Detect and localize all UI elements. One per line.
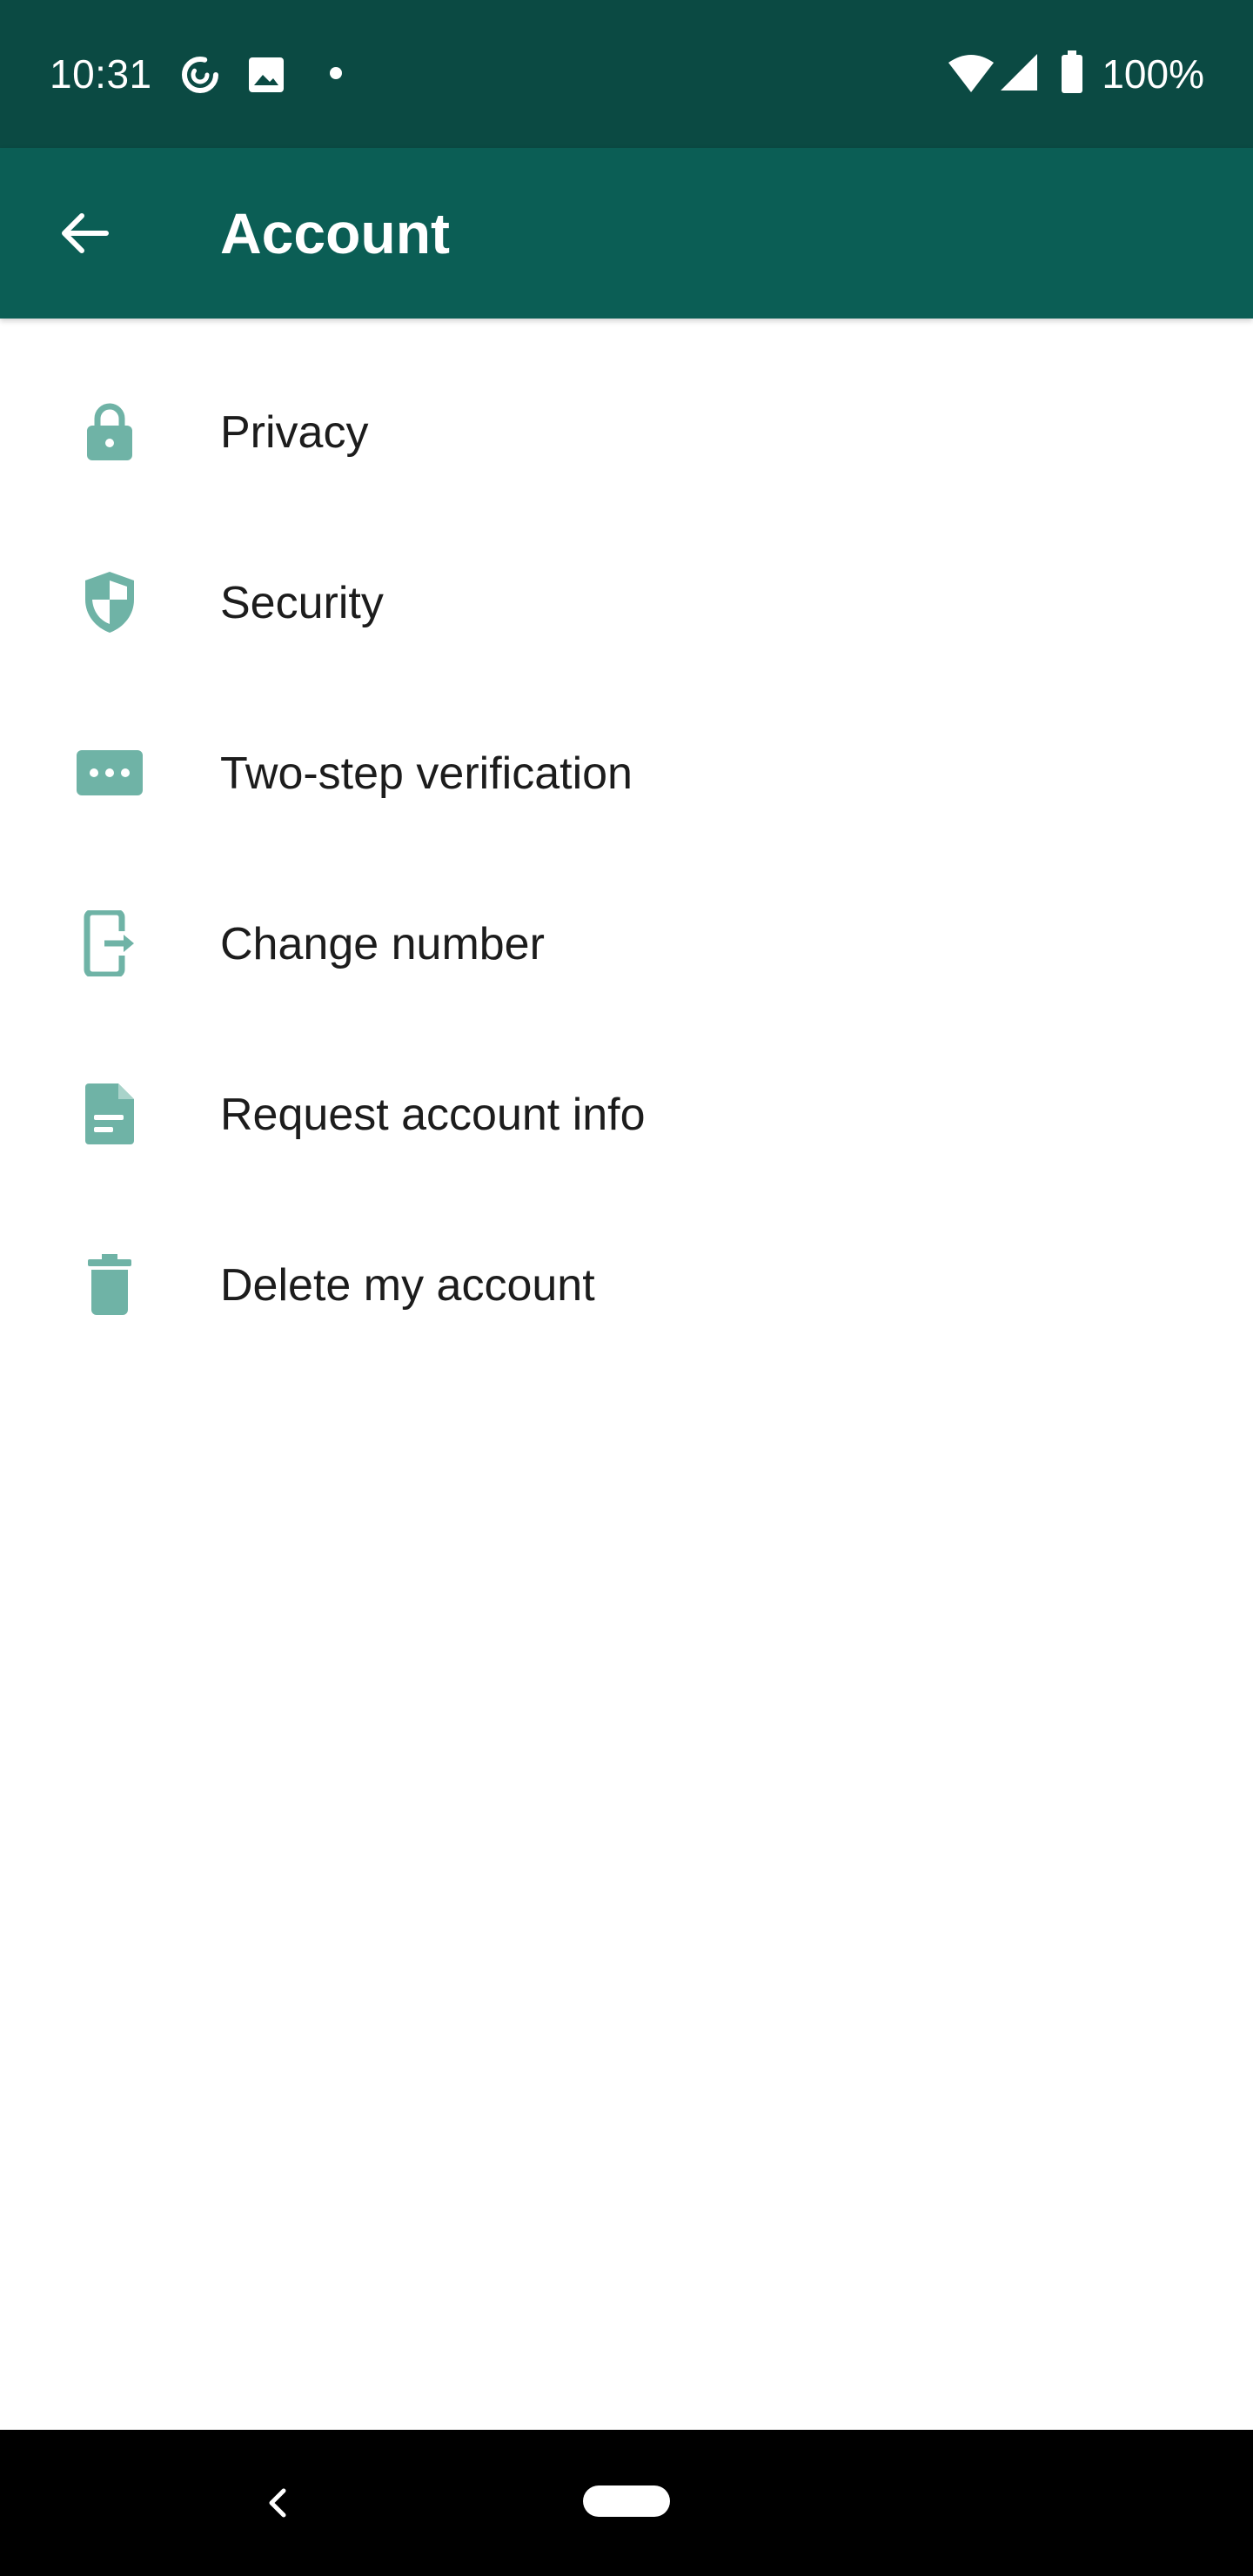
- menu-item-request-account-info[interactable]: Request account info: [0, 1029, 1253, 1199]
- menu-item-two-step-verification[interactable]: Two-step verification: [0, 688, 1253, 858]
- back-button[interactable]: [33, 181, 137, 285]
- menu-item-change-number[interactable]: Change number: [0, 858, 1253, 1029]
- shield-icon: [75, 567, 144, 637]
- password-dots-icon: [75, 738, 144, 808]
- battery-percentage: 100%: [1102, 51, 1204, 97]
- document-icon: [75, 1079, 144, 1149]
- battery-icon: [1062, 50, 1082, 93]
- app-bar: Account: [0, 148, 1253, 319]
- home-pill-icon[interactable]: [583, 2485, 670, 2517]
- menu-item-label: Delete my account: [220, 1260, 595, 1311]
- menu-item-label: Two-step verification: [220, 748, 633, 799]
- menu-item-privacy[interactable]: Privacy: [0, 346, 1253, 517]
- menu-item-delete-my-account[interactable]: Delete my account: [0, 1199, 1253, 1370]
- status-time: 10:31: [50, 51, 152, 97]
- system-navigation-bar: [0, 2430, 1253, 2576]
- sync-icon: [182, 57, 218, 93]
- image-icon: [249, 57, 284, 92]
- arrow-back-icon: [62, 213, 109, 253]
- phone-transfer-icon: [75, 909, 144, 978]
- back-chevron-icon: [269, 2488, 286, 2518]
- lock-icon: [75, 397, 144, 466]
- wifi-icon: [948, 55, 994, 92]
- account-settings-list: Privacy Security Two-step verification C…: [0, 346, 1253, 1370]
- trash-icon: [75, 1250, 144, 1319]
- menu-item-label: Request account info: [220, 1090, 646, 1140]
- menu-item-label: Change number: [220, 919, 545, 969]
- notification-dot-icon: [330, 67, 342, 79]
- menu-item-security[interactable]: Security: [0, 517, 1253, 688]
- nav-back-button[interactable]: [244, 2468, 313, 2538]
- cell-signal-icon: [1001, 54, 1037, 91]
- menu-item-label: Privacy: [220, 407, 369, 458]
- page-title: Account: [220, 201, 450, 265]
- status-bar: 10:31 100%: [0, 0, 1253, 148]
- menu-item-label: Security: [220, 578, 384, 628]
